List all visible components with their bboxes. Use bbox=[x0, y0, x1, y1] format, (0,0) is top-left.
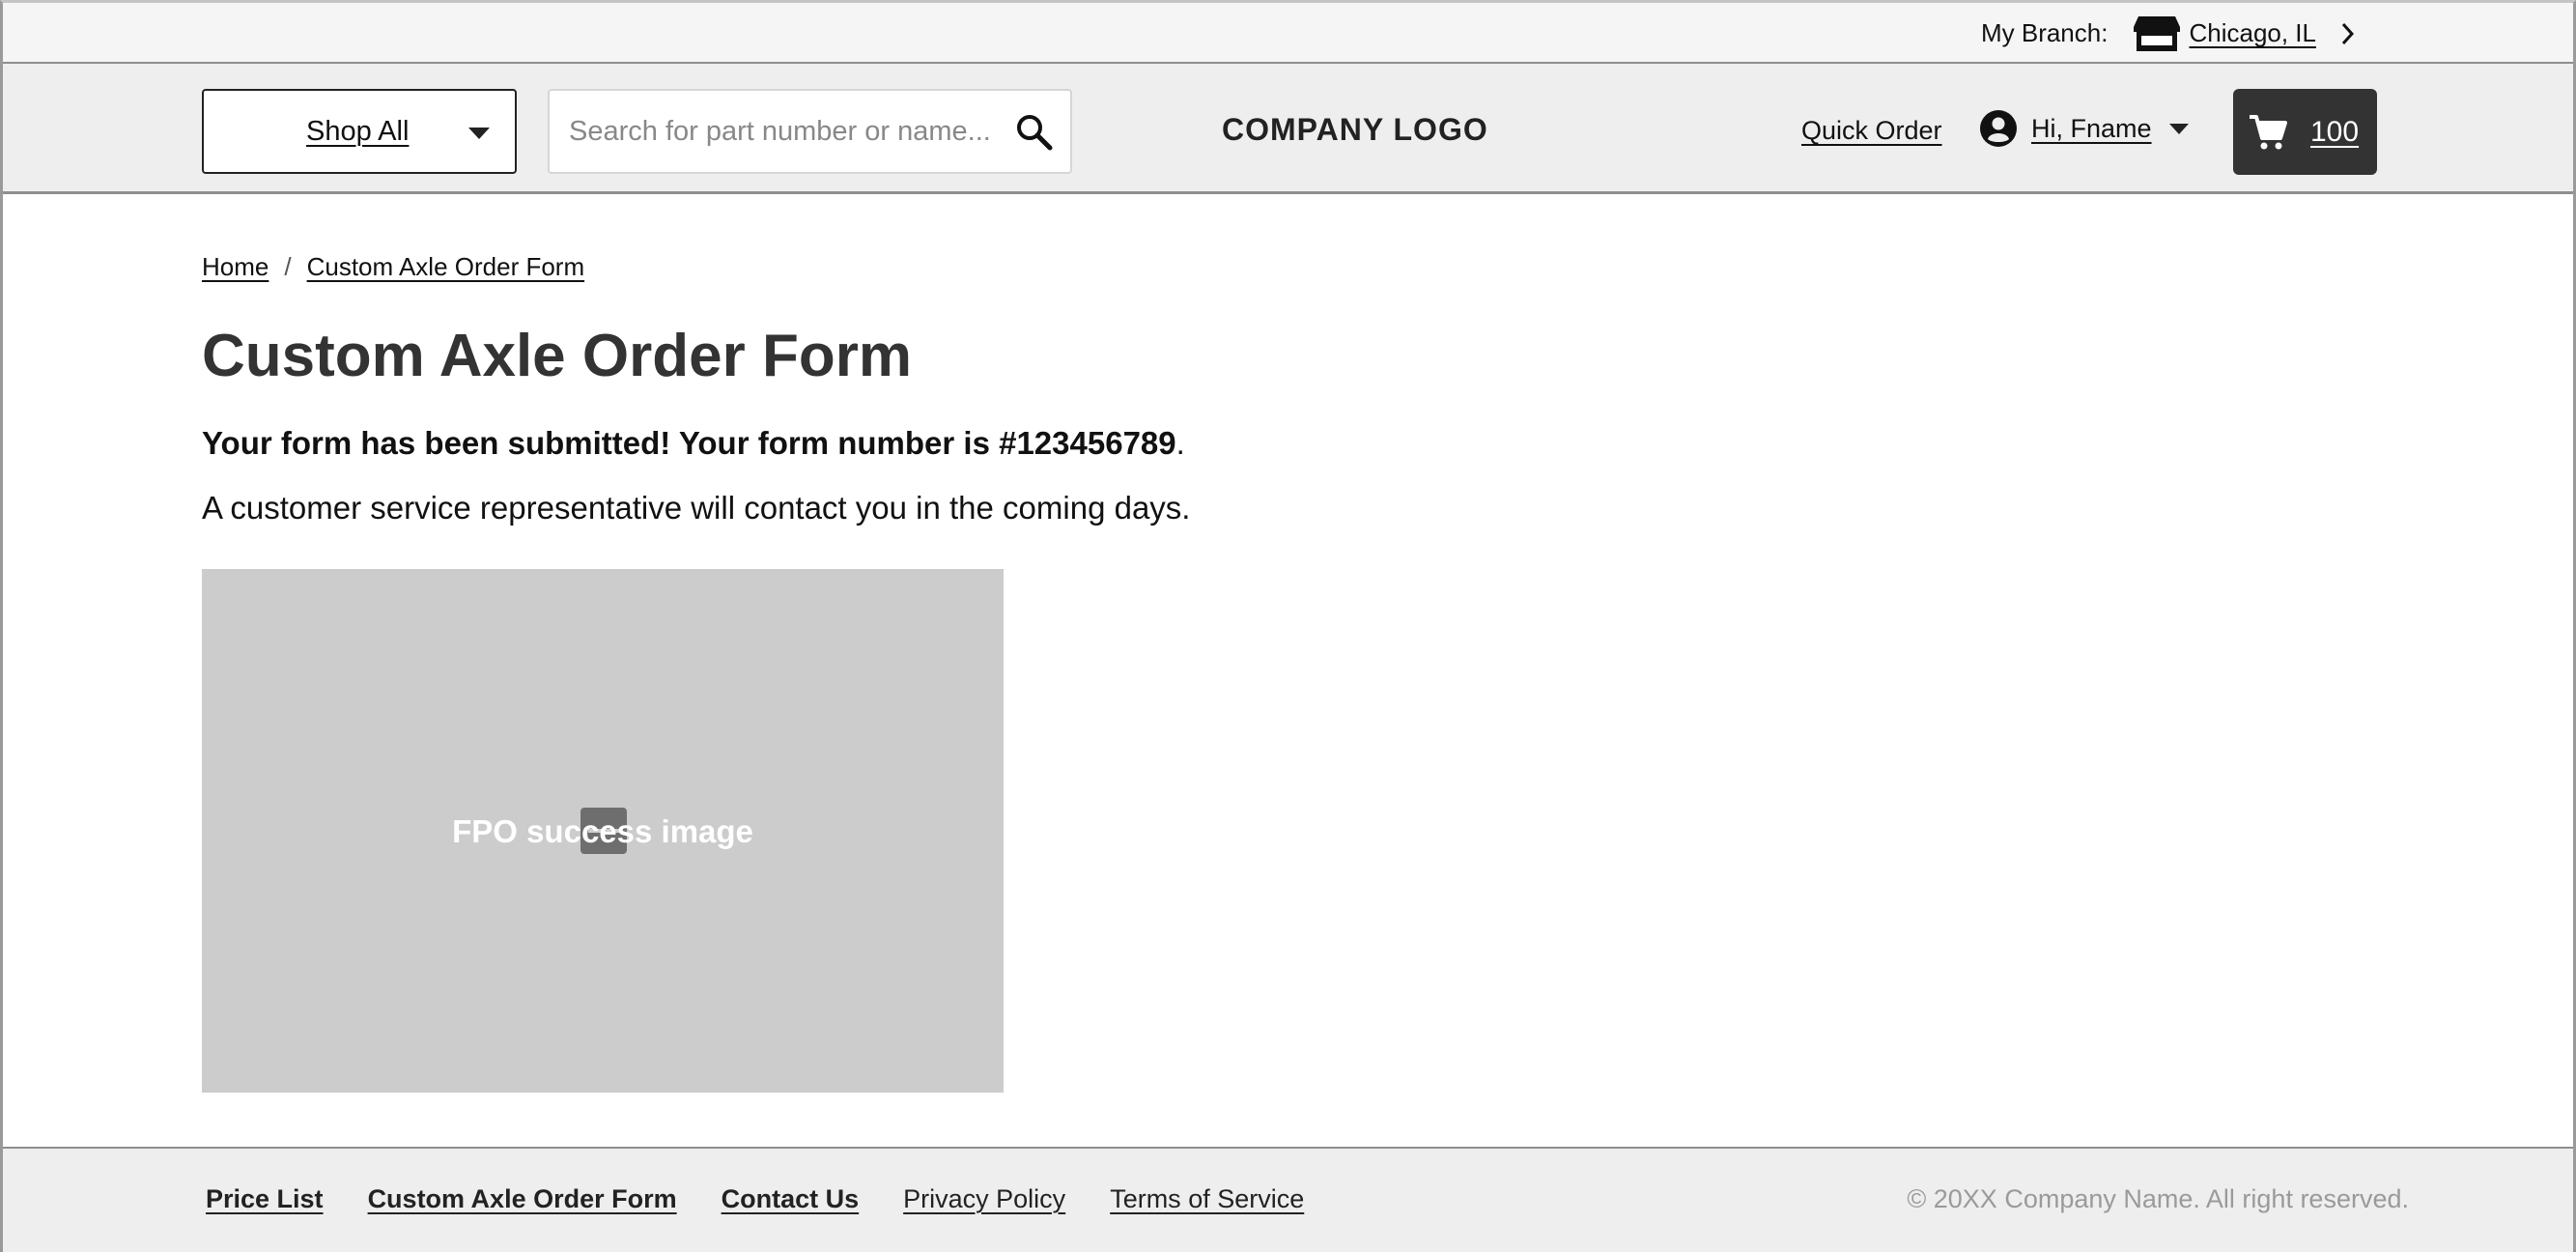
branch-label: My Branch: bbox=[1980, 18, 2109, 47]
breadcrumb-home[interactable]: Home bbox=[202, 252, 269, 282]
footer-link-terms-of-service[interactable]: Terms of Service bbox=[1110, 1184, 1304, 1214]
footer-links: Price List Custom Axle Order Form Contac… bbox=[206, 1184, 1348, 1214]
confirmation-message: Your form has been submitted! Your form … bbox=[202, 425, 1185, 462]
copyright-text: © 20XX Company Name. All right reserved. bbox=[1907, 1184, 2409, 1213]
breadcrumb-separator: / bbox=[284, 252, 292, 281]
success-image: FPO success image bbox=[202, 569, 1004, 1093]
chevron-down-icon bbox=[468, 128, 490, 139]
footer-link-custom-axle-order-form[interactable]: Custom Axle Order Form bbox=[368, 1184, 677, 1214]
page-frame: My Branch: Chicago, IL Shop All Search f… bbox=[0, 0, 2576, 1252]
cart-count: 100 bbox=[2310, 115, 2360, 148]
account-menu[interactable]: Hi, Fname bbox=[1979, 104, 2189, 153]
search-box bbox=[548, 89, 1072, 174]
chevron-right-icon[interactable] bbox=[2337, 19, 2359, 48]
search-input[interactable] bbox=[569, 115, 1013, 148]
cart-icon bbox=[2247, 111, 2289, 154]
chevron-down-icon bbox=[2168, 123, 2189, 134]
followup-message: A customer service representative will c… bbox=[202, 490, 1191, 526]
confirmation-period: . bbox=[1175, 425, 1185, 461]
branch-selector: My Branch: Chicago, IL bbox=[1981, 3, 2359, 64]
site-footer: Price List Custom Axle Order Form Contac… bbox=[3, 1147, 2573, 1252]
company-logo[interactable]: COMPANY LOGO bbox=[1222, 112, 1488, 148]
shop-all-label: Shop All bbox=[306, 115, 410, 147]
search-icon[interactable] bbox=[1014, 112, 1055, 153]
utility-bar: My Branch: Chicago, IL bbox=[3, 3, 2573, 64]
site-header: Shop All COMPANY LOGO Quick Order bbox=[3, 64, 2573, 194]
confirmation-text: Your form has been submitted! Your form … bbox=[202, 425, 1176, 461]
quick-order-link[interactable]: Quick Order bbox=[1801, 116, 1942, 146]
footer-link-contact-us[interactable]: Contact Us bbox=[722, 1184, 860, 1214]
page-title: Custom Axle Order Form bbox=[202, 323, 912, 389]
cart-button[interactable]: 100 bbox=[2233, 89, 2377, 175]
footer-link-privacy-policy[interactable]: Privacy Policy bbox=[903, 1184, 1065, 1214]
account-icon bbox=[1979, 109, 2018, 148]
store-icon bbox=[2133, 14, 2181, 53]
image-caption: FPO success image bbox=[452, 813, 753, 849]
breadcrumb: Home / Custom Axle Order Form bbox=[202, 252, 584, 282]
shop-all-button[interactable]: Shop All bbox=[202, 89, 517, 174]
branch-link[interactable]: Chicago, IL bbox=[2189, 18, 2316, 48]
footer-link-price-list[interactable]: Price List bbox=[206, 1184, 324, 1214]
account-greeting: Hi, Fname bbox=[2031, 113, 2152, 143]
breadcrumb-current[interactable]: Custom Axle Order Form bbox=[307, 252, 585, 282]
